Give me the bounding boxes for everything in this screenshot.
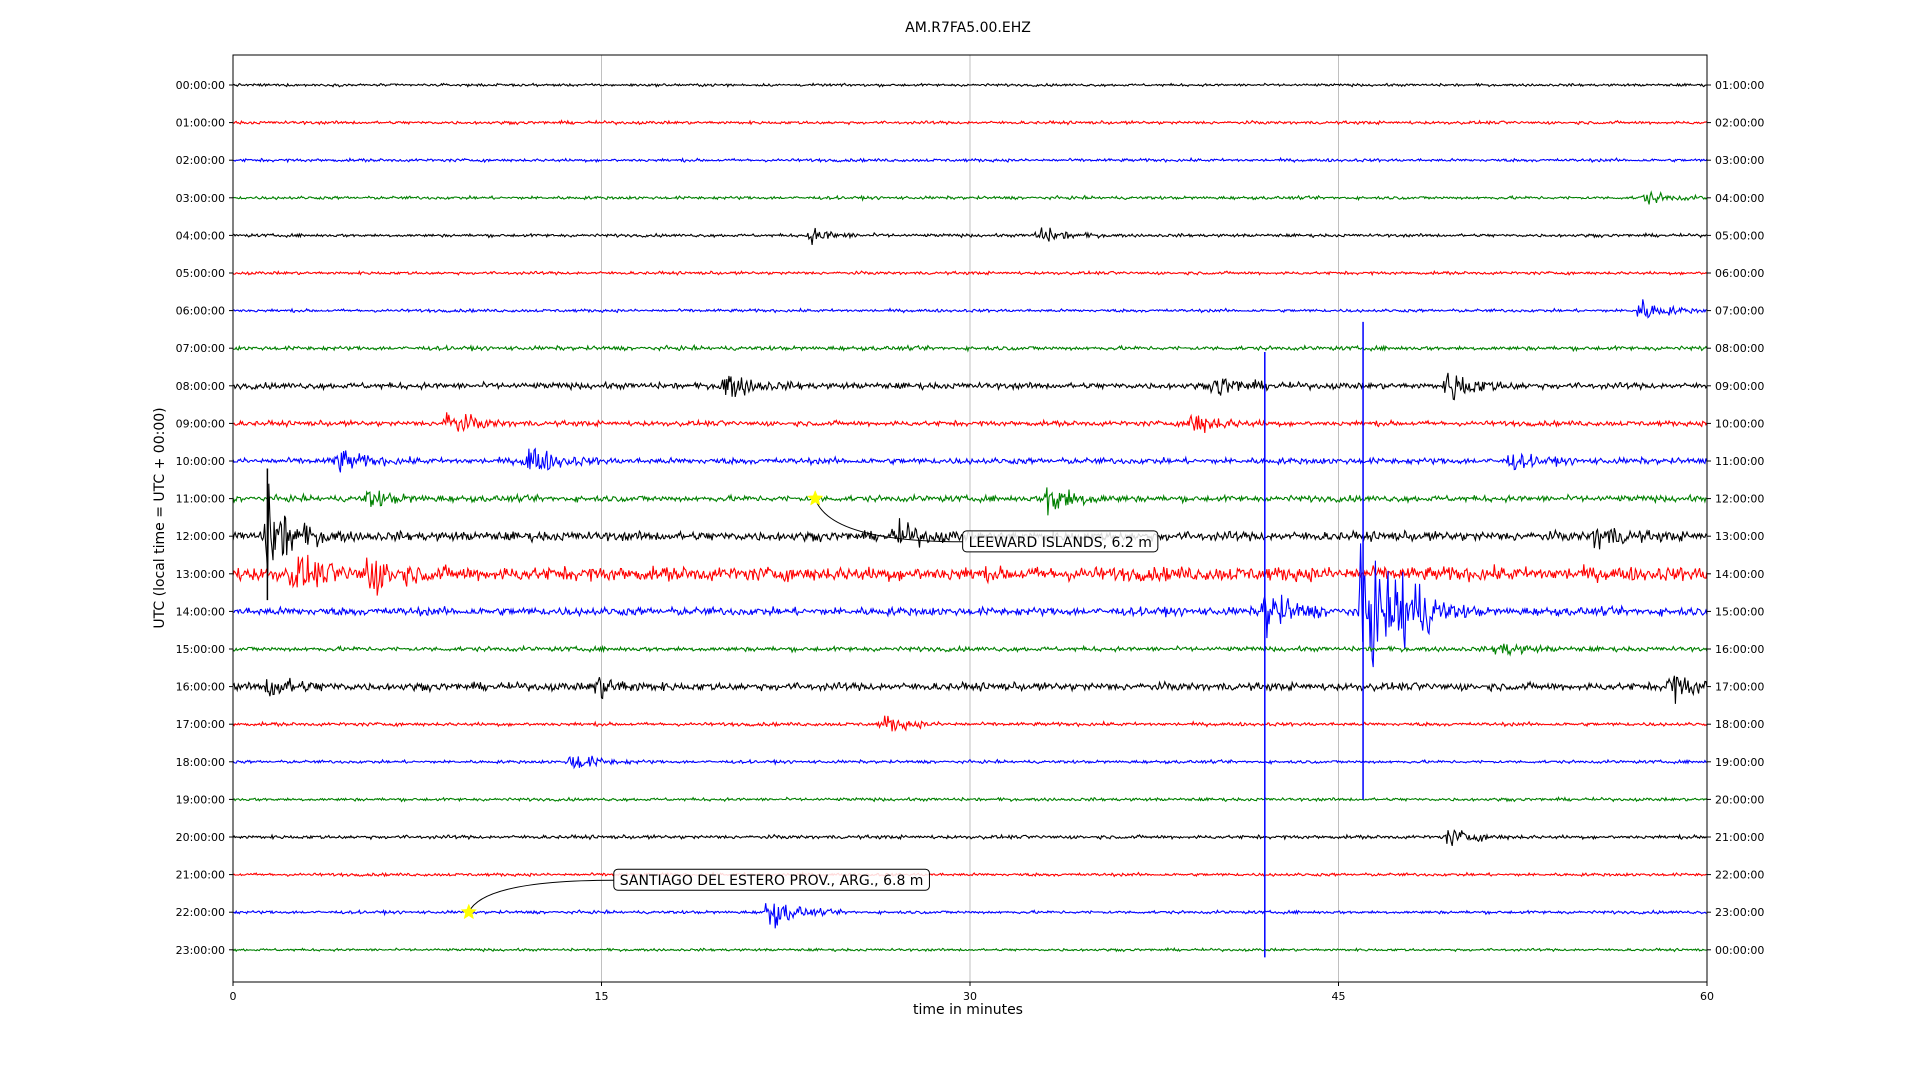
right-tick-label: 18:00:00: [1715, 718, 1764, 731]
left-tick-label: 20:00:00: [176, 831, 225, 844]
y-axis-label: UTC (local time = UTC + 00:00): [152, 407, 168, 628]
right-tick-label: 12:00:00: [1715, 493, 1764, 506]
left-tick-label: 23:00:00: [176, 944, 225, 957]
right-tick-label: 05:00:00: [1715, 229, 1764, 242]
left-tick-label: 09:00:00: [176, 417, 225, 430]
left-tick-label: 07:00:00: [176, 342, 225, 355]
right-tick-label: 07:00:00: [1715, 305, 1764, 318]
left-tick-label: 13:00:00: [176, 568, 225, 581]
event-annotation-label: LEEWARD ISLANDS, 6.2 m: [969, 535, 1152, 551]
x-tick-label: 45: [1332, 990, 1346, 1003]
right-tick-label: 10:00:00: [1715, 417, 1764, 430]
right-tick-label: 11:00:00: [1715, 455, 1764, 468]
x-axis-label: time in minutes: [913, 1002, 1023, 1018]
left-tick-label: 14:00:00: [176, 605, 225, 618]
right-tick-label: 20:00:00: [1715, 793, 1764, 806]
right-tick-label: 21:00:00: [1715, 831, 1764, 844]
left-tick-label: 02:00:00: [176, 154, 225, 167]
right-tick-label: 14:00:00: [1715, 568, 1764, 581]
right-tick-label: 08:00:00: [1715, 342, 1764, 355]
right-tick-label: 09:00:00: [1715, 380, 1764, 393]
right-tick-label: 06:00:00: [1715, 267, 1764, 280]
right-tick-label: 22:00:00: [1715, 869, 1764, 882]
left-tick-label: 04:00:00: [176, 229, 225, 242]
right-tick-label: 04:00:00: [1715, 192, 1764, 205]
right-tick-label: 23:00:00: [1715, 906, 1764, 919]
left-tick-label: 17:00:00: [176, 718, 225, 731]
left-tick-label: 12:00:00: [176, 530, 225, 543]
left-tick-label: 05:00:00: [176, 267, 225, 280]
left-tick-label: 06:00:00: [176, 305, 225, 318]
left-tick-label: 15:00:00: [176, 643, 225, 656]
right-tick-label: 02:00:00: [1715, 117, 1764, 130]
x-tick-label: 60: [1700, 990, 1714, 1003]
left-tick-label: 03:00:00: [176, 192, 225, 205]
left-tick-label: 21:00:00: [176, 869, 225, 882]
seismogram-chart: AM.R7FA5.00.EHZ LEEWARD ISLANDS, 6.2 m SA…: [0, 0, 1920, 1080]
right-tick-label: 13:00:00: [1715, 530, 1764, 543]
event-annotation-label: SANTIAGO DEL ESTERO PROV., ARG., 6.8 m: [620, 873, 924, 889]
left-tick-label: 08:00:00: [176, 380, 225, 393]
left-tick-label: 18:00:00: [176, 756, 225, 769]
left-tick-label: 01:00:00: [176, 117, 225, 130]
left-tick-label: 16:00:00: [176, 681, 225, 694]
left-tick-label: 22:00:00: [176, 906, 225, 919]
right-tick-label: 15:00:00: [1715, 605, 1764, 618]
chart-title: AM.R7FA5.00.EHZ: [905, 20, 1031, 36]
x-tick-label: 0: [230, 990, 237, 1003]
right-tick-label: 01:00:00: [1715, 79, 1764, 92]
left-tick-label: 11:00:00: [176, 493, 225, 506]
right-tick-label: 19:00:00: [1715, 756, 1764, 769]
x-tick-label: 15: [595, 990, 609, 1003]
left-tick-label: 19:00:00: [176, 793, 225, 806]
right-tick-label: 00:00:00: [1715, 944, 1764, 957]
right-tick-label: 03:00:00: [1715, 154, 1764, 167]
right-tick-label: 16:00:00: [1715, 643, 1764, 656]
left-tick-label: 00:00:00: [176, 79, 225, 92]
right-tick-label: 17:00:00: [1715, 681, 1764, 694]
left-tick-label: 10:00:00: [176, 455, 225, 468]
